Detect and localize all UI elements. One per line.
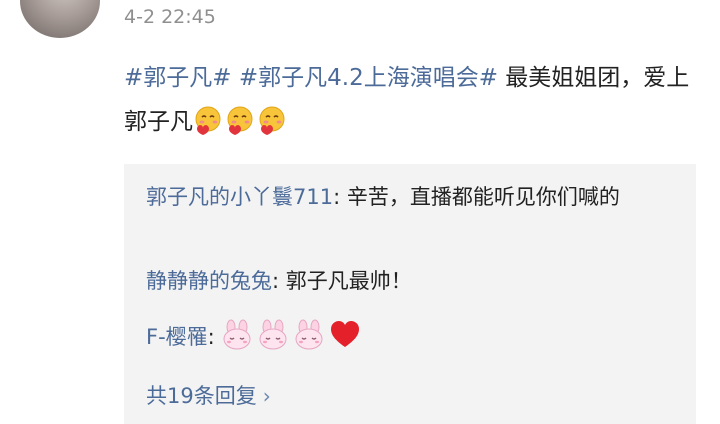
comment-item[interactable]: 静静静的兔兔: 郭子凡最帅！ (146, 263, 676, 299)
comment-username[interactable]: F-樱罹 (146, 325, 208, 349)
post-body: #郭子凡# #郭子凡4.2上海演唱会# 最美姐姐团，爱上郭子凡 (124, 56, 694, 144)
comment-item[interactable]: F-樱罹: (146, 319, 676, 355)
comment-username[interactable]: 静静静的兔兔 (146, 269, 272, 293)
hashtag-link[interactable]: #郭子凡# (124, 65, 232, 91)
comment-text: : 郭子凡最帅！ (272, 269, 412, 293)
bunny-emoji-icon (257, 319, 289, 351)
hug-emoji-icon (225, 105, 255, 135)
avatar[interactable] (20, 0, 100, 38)
view-replies-link[interactable]: 共19条回复 › (146, 380, 271, 412)
comment-username[interactable]: 郭子凡的小丫鬟711 (146, 185, 333, 209)
chevron-right-icon: › (262, 384, 271, 408)
replies-count-label: 共19条回复 (146, 384, 257, 408)
comments-preview[interactable]: 郭子凡的小丫鬟711: 辛苦，直播都能听见你们喊的 静静静的兔兔: 郭子凡最帅！… (124, 164, 696, 424)
bunny-emoji-icon (293, 319, 325, 351)
comment-text: : 辛苦，直播都能听见你们喊的 (333, 185, 620, 209)
comment-item[interactable]: 郭子凡的小丫鬟711: 辛苦，直播都能听见你们喊的 (146, 179, 676, 215)
hug-emoji-icon (193, 105, 223, 135)
hashtag-link[interactable]: #郭子凡4.2上海演唱会# (239, 65, 498, 91)
hug-emoji-icon (257, 105, 287, 135)
comment-text: : (207, 325, 222, 349)
heart-emoji-icon (329, 319, 361, 351)
bunny-emoji-icon (221, 319, 253, 351)
post-timestamp: 4-2 22:45 (124, 6, 216, 28)
